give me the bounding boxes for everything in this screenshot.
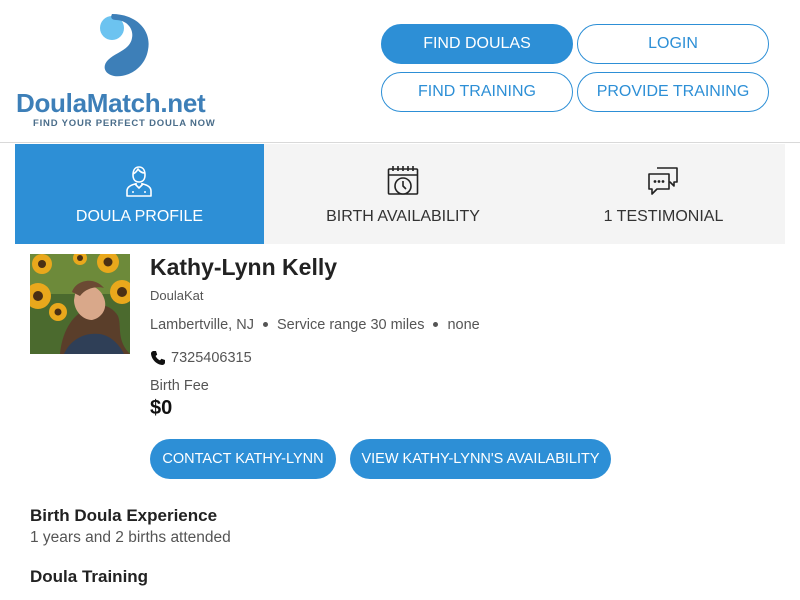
doula-name: Kathy-Lynn Kelly [150, 254, 338, 280]
tab-label: DOULA PROFILE [75, 208, 204, 225]
contact-doula-button[interactable]: CONTACT KATHY-LYNN [150, 439, 336, 479]
site-header: DoulaMatch.net FIND YOUR PERFECT DOULA N… [0, 0, 800, 143]
training-heading: Doula Training [30, 567, 149, 586]
experience-heading: Birth Doula Experience [30, 506, 218, 525]
doula-extra-info: none [447, 317, 480, 333]
find-doulas-button[interactable]: FIND DOULAS [381, 24, 573, 64]
doula-profile-photo [30, 254, 130, 354]
logo-tagline: FIND YOUR PERFECT DOULA NOW [33, 118, 216, 129]
view-availability-button[interactable]: VIEW KATHY-LYNN'S AVAILABILITY [350, 439, 611, 479]
doula-meta: Lambertville, NJ Service range 30 miles … [150, 317, 480, 333]
logo-mark-icon [100, 14, 149, 77]
tab-label: 1 TESTIMONIAL [603, 208, 724, 225]
site-logo[interactable]: DoulaMatch.net FIND YOUR PERFECT DOULA N… [16, 12, 226, 132]
tab-testimonials[interactable]: 1 TESTIMONIAL [542, 144, 785, 244]
doula-location: Lambertville, NJ [150, 317, 254, 333]
tab-birth-availability[interactable]: BIRTH AVAILABILITY [264, 144, 542, 244]
doula-username: DoulaKat [150, 288, 204, 303]
calendar-clock-icon [387, 166, 419, 195]
tab-label: BIRTH AVAILABILITY [326, 208, 480, 225]
separator-dot [262, 321, 268, 327]
phone-number[interactable]: 7325406315 [171, 350, 252, 366]
chat-bubbles-icon [648, 167, 678, 195]
find-training-button[interactable]: FIND TRAINING [381, 72, 573, 112]
provide-training-button[interactable]: PROVIDE TRAINING [577, 72, 769, 112]
person-icon [126, 166, 152, 197]
doula-service-range: Service range 30 miles [276, 317, 425, 333]
tab-doula-profile[interactable]: DOULA PROFILE [15, 144, 264, 244]
birth-fee-label: Birth Fee [150, 378, 209, 394]
experience-text: 1 years and 2 births attended [30, 529, 231, 546]
doula-phone[interactable]: 7325406315 [150, 350, 252, 366]
logo-wordmark: DoulaMatch.net [16, 88, 206, 118]
phone-icon [151, 351, 165, 365]
separator-dot [433, 321, 439, 327]
birth-fee-value: $0 [150, 397, 173, 419]
profile-tabs: DOULA PROFILE BIRTH AVAILABILITY 1 TESTI… [15, 144, 785, 244]
login-button[interactable]: LOGIN [577, 24, 769, 64]
